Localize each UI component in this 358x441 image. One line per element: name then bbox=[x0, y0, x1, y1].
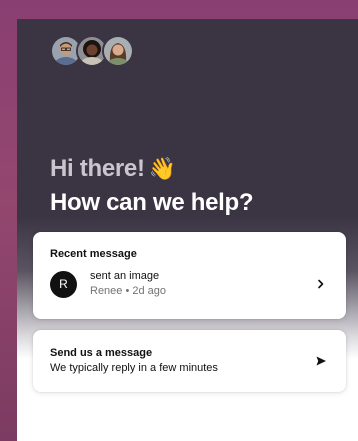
send-message-button[interactable]: Send us a message We typically reply in … bbox=[33, 330, 346, 392]
avatar: R bbox=[50, 270, 77, 298]
greeting-line-1: Hi there! 👋 bbox=[50, 152, 253, 186]
recent-message-card: Recent message R sent an image Renee • 2… bbox=[33, 232, 346, 319]
waving-hand-icon: 👋 bbox=[148, 156, 176, 181]
send-icon bbox=[314, 354, 328, 368]
greeting-text: Hi there! bbox=[50, 155, 145, 182]
greeting-line-2: How can we help? bbox=[50, 189, 254, 216]
messenger-widget: Hi there! 👋 How can we help? Recent messa… bbox=[17, 19, 358, 441]
send-message-subtitle: We typically reply in a few minutes bbox=[50, 362, 218, 374]
send-message-title: Send us a message bbox=[50, 347, 153, 359]
recent-message-text: sent an image Renee • 2d ago bbox=[90, 269, 314, 299]
person-icon bbox=[104, 37, 132, 65]
recent-message-meta: Renee • 2d ago bbox=[90, 285, 167, 297]
send-message-row: Send us a message We typically reply in … bbox=[50, 346, 330, 376]
team-avatar-3 bbox=[102, 35, 134, 67]
greeting: Hi there! 👋 How can we help? bbox=[50, 152, 254, 220]
send-message-text: Send us a message We typically reply in … bbox=[50, 346, 314, 376]
recent-message-title: Recent message bbox=[50, 248, 137, 260]
team-avatars bbox=[50, 35, 134, 67]
chevron-right-icon bbox=[314, 277, 328, 291]
recent-message-item[interactable]: R sent an image Renee • 2d ago bbox=[50, 269, 330, 299]
recent-message-preview: sent an image bbox=[90, 270, 160, 282]
